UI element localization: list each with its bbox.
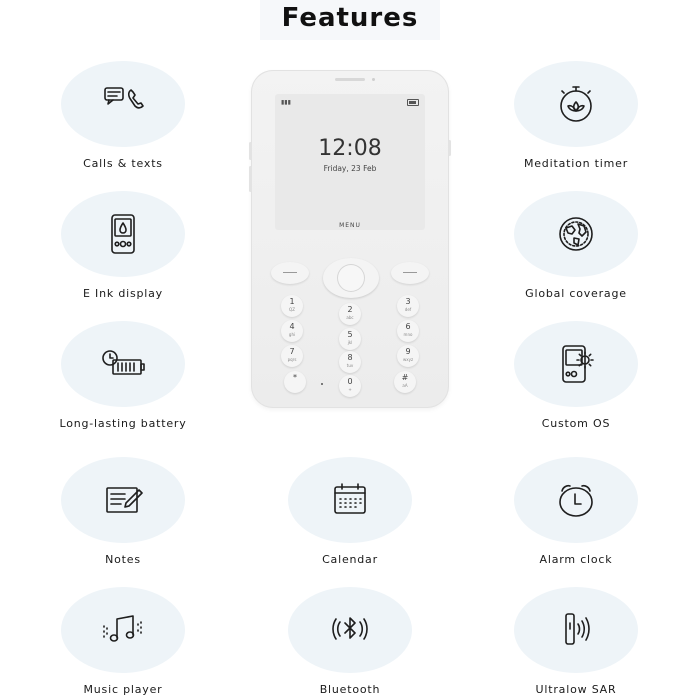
feature-bluetooth: Bluetooth bbox=[265, 587, 435, 697]
calendar-icon bbox=[334, 483, 366, 514]
feature-label: Alarm clock bbox=[539, 553, 613, 566]
phone-screen: ▮▮▮ 12:08 Friday, 23 Feb bbox=[275, 94, 425, 230]
key-8[interactable]: 8 tuv bbox=[339, 351, 361, 373]
phone-image: ▮▮▮ 12:08 Friday, 23 Feb MENU 1 QZ 2 abc 3… bbox=[249, 70, 451, 408]
feature-global-coverage: Global coverage bbox=[491, 191, 661, 301]
signal-icon: ▮▮▮ bbox=[281, 99, 291, 106]
feature-label: Bluetooth bbox=[319, 683, 381, 696]
key-hash[interactable]: # aA bbox=[394, 371, 416, 393]
globe-icon bbox=[559, 217, 593, 251]
radiation-phone-icon bbox=[565, 613, 590, 645]
feature-label: Ultralow SAR bbox=[535, 683, 617, 696]
music-note-icon bbox=[103, 615, 142, 642]
screen-time: 12:08 bbox=[318, 136, 382, 161]
key-5[interactable]: 5 jkl bbox=[339, 328, 361, 350]
key-3[interactable]: 3 def bbox=[397, 295, 419, 317]
title-banner: Features bbox=[260, 0, 440, 40]
key-6[interactable]: 6 mno bbox=[397, 320, 419, 342]
left-softkey[interactable] bbox=[271, 262, 309, 284]
feature-calls-texts: Calls & texts bbox=[38, 61, 208, 171]
screen-date: Friday, 23 Feb bbox=[323, 164, 377, 173]
feature-label: Long-lasting battery bbox=[59, 417, 187, 430]
feature-music-player: Music player bbox=[38, 587, 208, 697]
feature-alarm-clock: Alarm clock bbox=[491, 457, 661, 567]
key-7[interactable]: 7 pqrs bbox=[281, 345, 303, 367]
feature-label: Music player bbox=[83, 683, 163, 696]
camera bbox=[372, 78, 375, 81]
battery-clock-icon bbox=[102, 350, 145, 375]
alarm-clock-icon bbox=[559, 484, 593, 517]
key-9[interactable]: 9 wxyz bbox=[397, 345, 419, 367]
feature-ultralow-sar: Ultralow SAR bbox=[491, 587, 661, 697]
dpad[interactable] bbox=[323, 258, 379, 298]
feature-label: Calls & texts bbox=[83, 157, 163, 170]
side-button bbox=[448, 140, 451, 156]
feature-label: Custom OS bbox=[541, 417, 611, 430]
key-4[interactable]: 4 ghi bbox=[281, 320, 303, 342]
battery-icon bbox=[407, 99, 419, 106]
phone-gear-icon bbox=[562, 345, 594, 383]
menu-label: MENU bbox=[339, 222, 361, 229]
lotus-timer-icon bbox=[560, 86, 592, 122]
feature-label: Calendar bbox=[322, 553, 378, 566]
speaker bbox=[335, 78, 365, 81]
feature-notes: Notes bbox=[38, 457, 208, 567]
feature-label: Global coverage bbox=[525, 287, 627, 300]
dot bbox=[321, 383, 323, 385]
feature-long-lasting-battery: Long-lasting battery bbox=[38, 321, 208, 431]
feature-meditation-timer: Meditation timer bbox=[491, 61, 661, 171]
feature-custom-os: Custom OS bbox=[491, 321, 661, 431]
side-button bbox=[249, 142, 252, 160]
right-softkey[interactable] bbox=[391, 262, 429, 284]
phone-screen-icon bbox=[111, 214, 135, 254]
key-star[interactable]: * bbox=[284, 371, 306, 393]
feature-calendar: Calendar bbox=[265, 457, 435, 567]
feature-eink-display: E Ink display bbox=[38, 191, 208, 301]
dpad-center[interactable] bbox=[337, 264, 365, 292]
key-1[interactable]: 1 QZ bbox=[281, 295, 303, 317]
feature-label: Meditation timer bbox=[523, 157, 629, 170]
key-2[interactable]: 2 abc bbox=[339, 303, 361, 325]
side-button bbox=[249, 166, 252, 192]
chat-phone-icon bbox=[104, 87, 144, 109]
key-0[interactable]: 0 + bbox=[339, 375, 361, 397]
page-title: Features bbox=[281, 3, 419, 33]
feature-label: Notes bbox=[105, 553, 141, 566]
notepad-pencil-icon bbox=[106, 487, 143, 513]
bluetooth-icon bbox=[332, 617, 368, 640]
feature-label: E Ink display bbox=[83, 287, 163, 300]
